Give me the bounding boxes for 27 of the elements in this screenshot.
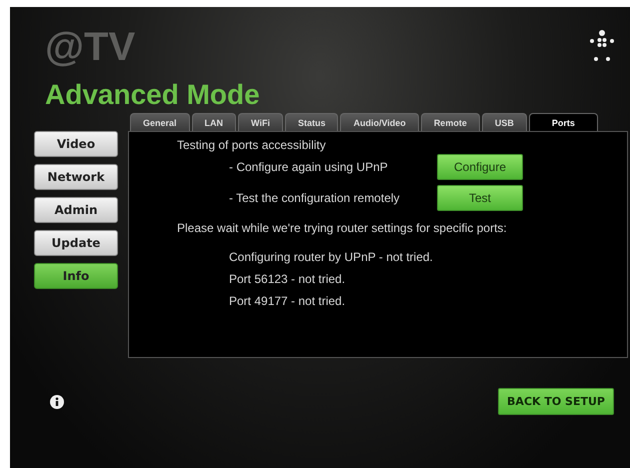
tab[interactable]: Remote bbox=[420, 113, 480, 131]
wait-message: Please wait while we're trying router settings for specific ports: bbox=[177, 221, 508, 235]
result-line: Configuring router by UPnP - not tried. bbox=[229, 250, 434, 264]
tab[interactable]: General bbox=[130, 113, 190, 131]
back-to-setup-button[interactable]: BACK TO SETUP bbox=[498, 388, 614, 415]
dotted-figure-icon bbox=[589, 30, 615, 64]
action-button[interactable]: Test bbox=[437, 185, 523, 211]
tab[interactable]: Ports bbox=[528, 113, 598, 131]
tab[interactable]: USB bbox=[482, 113, 527, 131]
sidebar-button[interactable]: Info bbox=[34, 263, 118, 289]
sidebar-button[interactable]: Admin bbox=[34, 197, 118, 223]
action-button[interactable]: Configure bbox=[437, 154, 523, 180]
sidebar-button[interactable]: Update bbox=[34, 230, 118, 256]
tab[interactable]: Audio/Video bbox=[340, 113, 419, 131]
tab[interactable]: LAN bbox=[192, 113, 236, 131]
action-description: - Configure again using UPnP bbox=[228, 160, 389, 174]
result-line: Port 56123 - not tried. bbox=[229, 272, 346, 286]
result-line: Port 49177 - not tried. bbox=[229, 294, 346, 308]
tab[interactable]: Status bbox=[284, 113, 338, 131]
sidebar-button[interactable]: Network bbox=[34, 164, 118, 190]
brand-logo: @TV bbox=[45, 27, 136, 67]
panel-heading: Testing of ports accessibility bbox=[177, 138, 327, 152]
tab[interactable]: WiFi bbox=[238, 113, 283, 131]
sidebar-button[interactable]: Video bbox=[34, 131, 118, 157]
page-title: Advanced Mode bbox=[45, 81, 260, 109]
info-icon[interactable] bbox=[50, 394, 64, 408]
action-description: - Test the configuration remotely bbox=[228, 191, 401, 205]
